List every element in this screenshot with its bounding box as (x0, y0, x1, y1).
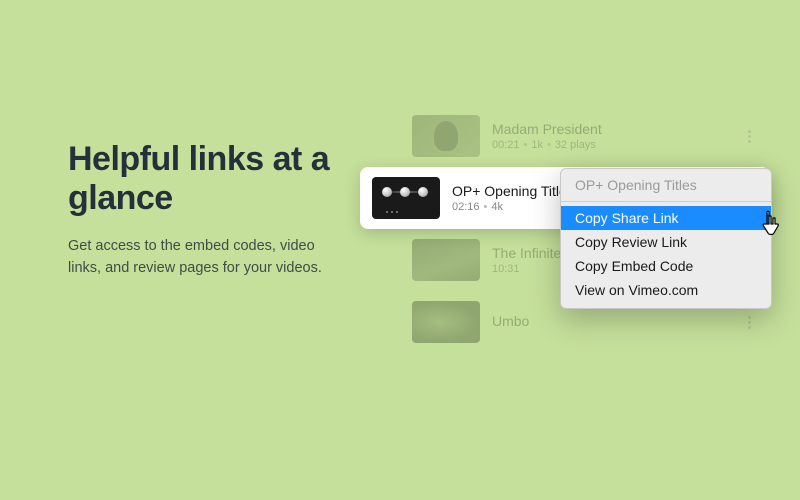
video-meta: Madam President 00:21 • 1k • 32 plays (492, 121, 728, 151)
video-meta: Umbo (492, 313, 728, 331)
hero-description: Get access to the embed codes, video lin… (68, 236, 348, 280)
menu-item-copy-review-link[interactable]: Copy Review Link (561, 230, 771, 254)
list-item[interactable]: Madam President 00:21 • 1k • 32 plays (400, 105, 770, 167)
context-menu: OP+ Opening Titles Copy Share Link Copy … (560, 168, 772, 309)
pointer-cursor-icon (760, 210, 782, 236)
hero-text-block: Helpful links at a glance Get access to … (68, 140, 348, 280)
video-subtitle: 00:21 • 1k • 32 plays (492, 139, 728, 151)
video-thumbnail (412, 301, 480, 343)
menu-item-copy-embed-code[interactable]: Copy Embed Code (561, 254, 771, 278)
menu-separator (561, 201, 771, 202)
hero-title: Helpful links at a glance (68, 140, 348, 218)
video-thumbnail (372, 177, 440, 219)
video-thumbnail (412, 115, 480, 157)
video-title: Umbo (492, 313, 728, 329)
video-title: Madam President (492, 121, 728, 137)
more-options-icon[interactable] (740, 316, 758, 329)
video-thumbnail (412, 239, 480, 281)
more-options-icon[interactable] (740, 130, 758, 143)
menu-item-view-on-vimeo[interactable]: View on Vimeo.com (561, 278, 771, 302)
menu-item-copy-share-link[interactable]: Copy Share Link (561, 206, 771, 230)
context-menu-header: OP+ Opening Titles (561, 169, 771, 199)
